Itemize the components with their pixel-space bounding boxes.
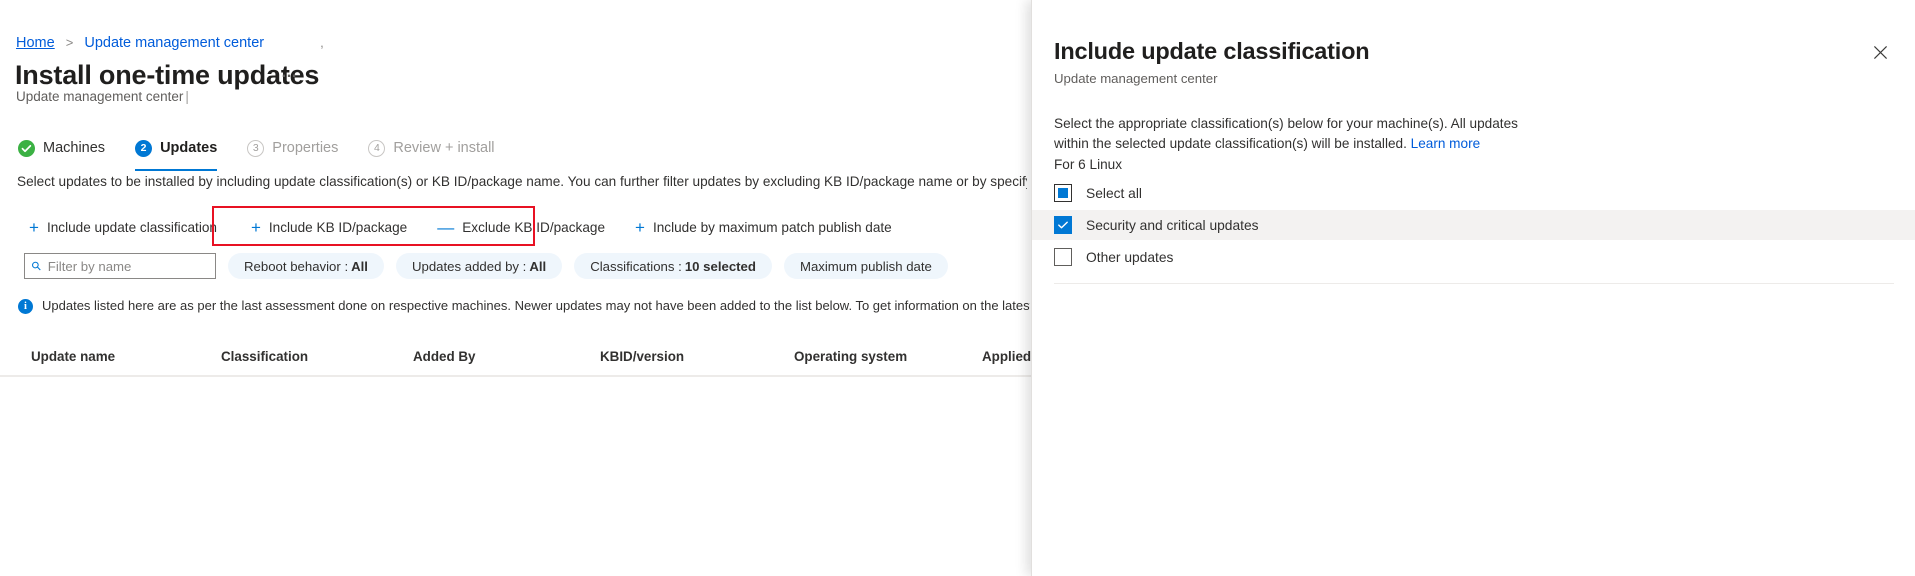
filter-chip-label: Reboot behavior : xyxy=(244,258,349,274)
filter-row: ⚲ Filter by name Reboot behavior : All Up… xyxy=(24,253,948,279)
panel-list-divider xyxy=(1054,283,1894,284)
step-number-badge: 2 xyxy=(135,139,153,157)
command-bar: + Include update classification + Includ… xyxy=(27,212,894,242)
panel-group-label: For 6 Linux xyxy=(1054,157,1123,172)
breadcrumb-trailing: , xyxy=(320,35,324,50)
wizard-step-updates-label: Updates xyxy=(160,140,218,156)
checkbox-row-other-updates[interactable]: Other updates xyxy=(1032,242,1915,272)
info-banner: i Updates listed here are as per the las… xyxy=(18,297,1030,315)
info-icon: i xyxy=(18,299,33,314)
page-subtitle-tail: | xyxy=(185,89,189,104)
checkbox-label-security-and-critical-updates: Security and critical updates xyxy=(1086,217,1259,233)
filter-chip-reboot-behavior[interactable]: Reboot behavior : All xyxy=(228,253,384,279)
updates-table-header: Update name Classification Added By KBID… xyxy=(0,342,1031,376)
checkbox-indeterminate-square xyxy=(1058,188,1068,198)
checkbox-unchecked-icon[interactable] xyxy=(1054,248,1072,266)
instruction-text: Select updates to be installed by includ… xyxy=(17,174,1027,189)
main-content: Home > Update management center , Instal… xyxy=(0,0,1031,576)
include-kb-id-package-button[interactable]: + Include KB ID/package xyxy=(249,212,409,242)
info-banner-text: Updates listed here are as per the last … xyxy=(42,298,1030,313)
include-by-maximum-patch-publish-date-label: Include by maximum patch publish date xyxy=(652,219,892,235)
plus-icon: + xyxy=(250,217,261,237)
plus-icon: + xyxy=(29,217,39,237)
checkbox-row-select-all[interactable]: Select all xyxy=(1032,178,1915,208)
classification-checkbox-list: Select all Security and critical updates… xyxy=(1032,178,1915,284)
filter-chip-label: Updates added by : xyxy=(411,258,527,274)
more-options-button[interactable]: … xyxy=(281,64,298,82)
wizard-step-properties[interactable]: 3 Properties xyxy=(247,133,338,165)
panel-description: Select the appropriate classification(s)… xyxy=(1054,114,1554,154)
include-update-classification-panel: Include update classification Update man… xyxy=(1031,0,1915,576)
plus-icon: + xyxy=(635,217,645,237)
column-header-kbid-version[interactable]: KBID/version xyxy=(600,349,684,364)
search-input[interactable]: ⚲ Filter by name xyxy=(24,253,216,279)
active-tab-underline xyxy=(135,169,218,171)
include-update-classification-button[interactable]: + Include update classification xyxy=(27,212,219,242)
include-by-maximum-patch-publish-date-button[interactable]: + Include by maximum patch publish date xyxy=(633,212,894,242)
checkbox-label-other-updates: Other updates xyxy=(1086,249,1174,265)
column-header-update-name[interactable]: Update name xyxy=(31,349,115,364)
filter-chip-value: 10 selected xyxy=(684,258,756,274)
search-icon: ⚲ xyxy=(28,257,45,275)
wizard-step-review-install[interactable]: 4 Review + install xyxy=(368,133,495,165)
breadcrumb-update-management-center-link[interactable]: Update management center xyxy=(84,35,264,51)
panel-subtitle: Update management center xyxy=(1054,71,1218,86)
checkbox-indeterminate-icon[interactable] xyxy=(1054,184,1072,202)
learn-more-link[interactable]: Learn more xyxy=(1411,136,1481,151)
step-number-badge: 4 xyxy=(368,139,386,157)
checkbox-checked-icon[interactable] xyxy=(1054,216,1072,234)
breadcrumb-home-link[interactable]: Home xyxy=(16,35,55,51)
page-subtitle: Update management center | xyxy=(16,89,189,104)
close-icon[interactable] xyxy=(1865,37,1895,67)
exclude-kb-id-package-label: Exclude KB ID/package xyxy=(462,219,606,235)
column-header-applied[interactable]: Applied xyxy=(982,349,1031,364)
filter-chip-label: Classifications : xyxy=(590,258,682,274)
search-placeholder: Filter by name xyxy=(47,258,132,274)
page-title: Install one-time updates xyxy=(15,60,320,90)
column-header-operating-system[interactable]: Operating system xyxy=(794,349,907,364)
azure-portal-screen: Home > Update management center , Instal… xyxy=(0,0,1915,576)
filter-chip-label: Maximum publish date xyxy=(799,258,932,274)
include-kb-id-package-label: Include KB ID/package xyxy=(268,219,408,235)
wizard-step-properties-label: Properties xyxy=(272,140,339,156)
filter-chip-value: All xyxy=(351,258,368,274)
filter-chip-updates-added-by[interactable]: Updates added by : All xyxy=(395,253,563,279)
filter-chip-maximum-publish-date[interactable]: Maximum publish date xyxy=(783,253,948,279)
wizard-steps: Machines 2 Updates 3 Properties 4 Review… xyxy=(18,133,525,171)
wizard-step-machines[interactable]: Machines xyxy=(18,133,105,165)
filter-chip-classifications[interactable]: Classifications :10 selected xyxy=(574,253,772,279)
check-icon xyxy=(18,139,35,157)
column-header-added-by[interactable]: Added By xyxy=(413,349,476,364)
table-divider xyxy=(0,376,1031,377)
minus-icon: — xyxy=(437,217,455,237)
panel-title: Include update classification xyxy=(1054,38,1370,64)
filter-chip-value: All xyxy=(529,258,547,274)
wizard-step-updates[interactable]: 2 Updates xyxy=(135,133,218,171)
breadcrumb-separator-icon: > xyxy=(65,35,74,50)
wizard-step-machines-label: Machines xyxy=(43,140,106,156)
breadcrumb: Home > Update management center , xyxy=(16,34,324,52)
include-update-classification-label: Include update classification xyxy=(46,219,217,235)
page-subtitle-text: Update management center xyxy=(16,89,184,104)
exclude-kb-id-package-button[interactable]: — Exclude KB ID/package xyxy=(435,212,607,242)
checkbox-row-security-and-critical-updates[interactable]: Security and critical updates xyxy=(1032,210,1915,240)
column-header-classification[interactable]: Classification xyxy=(221,349,308,364)
wizard-step-review-install-label: Review + install xyxy=(393,140,495,156)
checkbox-label-select-all: Select all xyxy=(1086,185,1142,201)
step-number-badge: 3 xyxy=(247,139,265,157)
